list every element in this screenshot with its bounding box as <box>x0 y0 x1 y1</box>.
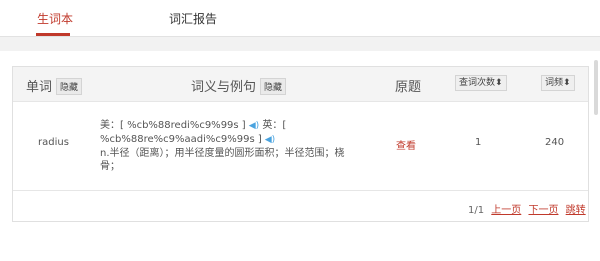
uk-phonetic: %cb%88re%c9%aadi%c9%99s ] <box>100 134 262 145</box>
speaker-icon[interactable]: ◀) <box>249 120 259 133</box>
page-info: 1/1 <box>468 205 485 216</box>
prev-page-link[interactable]: 上一页 <box>491 205 521 216</box>
definition-text: n.半径（距离）；用半径度量的圆形面积；半径范围；桡骨； <box>100 148 345 172</box>
query-count-cell: 1 <box>475 137 482 148</box>
table-header: 单词 隐藏 词义与例句 隐藏 原题 查词次数⬍ 词频⬍ <box>13 67 588 102</box>
view-source-link[interactable]: 查看 <box>396 137 416 152</box>
jump-link[interactable]: 跳转 <box>566 205 586 216</box>
phonetic-line-2: %cb%88re%c9%aadi%c9%99s ] ◀) <box>100 133 355 147</box>
tab-vocabulary-report[interactable]: 词汇报告 <box>169 10 217 27</box>
sort-query-count-label: 查词次数 <box>459 78 496 88</box>
uk-phonetic-label: 英：[ <box>262 120 287 131</box>
divider-band <box>0 37 600 51</box>
sort-frequency-label: 词频 <box>545 78 564 88</box>
tab-bar: 生词本 词汇报告 <box>0 0 600 37</box>
phonetic-line-1: 美：[ %cb%88redi%c9%99s ] ◀) 英：[ <box>100 119 355 133</box>
active-tab-indicator <box>36 33 70 36</box>
frequency-cell: 240 <box>545 137 565 148</box>
meaning-cell: 美：[ %cb%88redi%c9%99s ] ◀) 英：[ %cb%88re%c… <box>100 119 355 173</box>
tab-vocabulary-book[interactable]: 生词本 <box>37 10 73 27</box>
table-row: radius 美：[ %cb%88redi%c9%99s ] ◀) 英：[ %cb… <box>13 102 588 191</box>
sort-query-count-button[interactable]: 查词次数⬍ <box>455 75 507 91</box>
scrollbar[interactable] <box>594 60 598 115</box>
word-cell: radius <box>38 137 69 148</box>
sort-icon: ⬍ <box>563 78 571 88</box>
header-source: 原题 <box>395 80 422 95</box>
header-word: 单词 隐藏 <box>26 76 83 96</box>
hide-word-button[interactable]: 隐藏 <box>56 78 83 95</box>
next-page-link[interactable]: 下一页 <box>528 205 558 216</box>
sort-icon: ⬍ <box>495 78 503 88</box>
us-phonetic: 美：[ %cb%88redi%c9%99s ] <box>100 120 246 131</box>
hide-meaning-button[interactable]: 隐藏 <box>260 78 287 95</box>
sort-frequency-button[interactable]: 词频⬍ <box>541 75 575 91</box>
vocabulary-table: 单词 隐藏 词义与例句 隐藏 原题 查词次数⬍ 词频⬍ radius 美：[ %cb… <box>12 66 589 222</box>
header-meaning-label: 词义与例句 <box>191 80 257 95</box>
header-word-label: 单词 <box>26 80 53 95</box>
header-meaning: 词义与例句 隐藏 <box>191 76 287 96</box>
pagination: 1/1 上一页 下一页 跳转 <box>468 201 586 216</box>
speaker-icon[interactable]: ◀) <box>265 134 275 147</box>
